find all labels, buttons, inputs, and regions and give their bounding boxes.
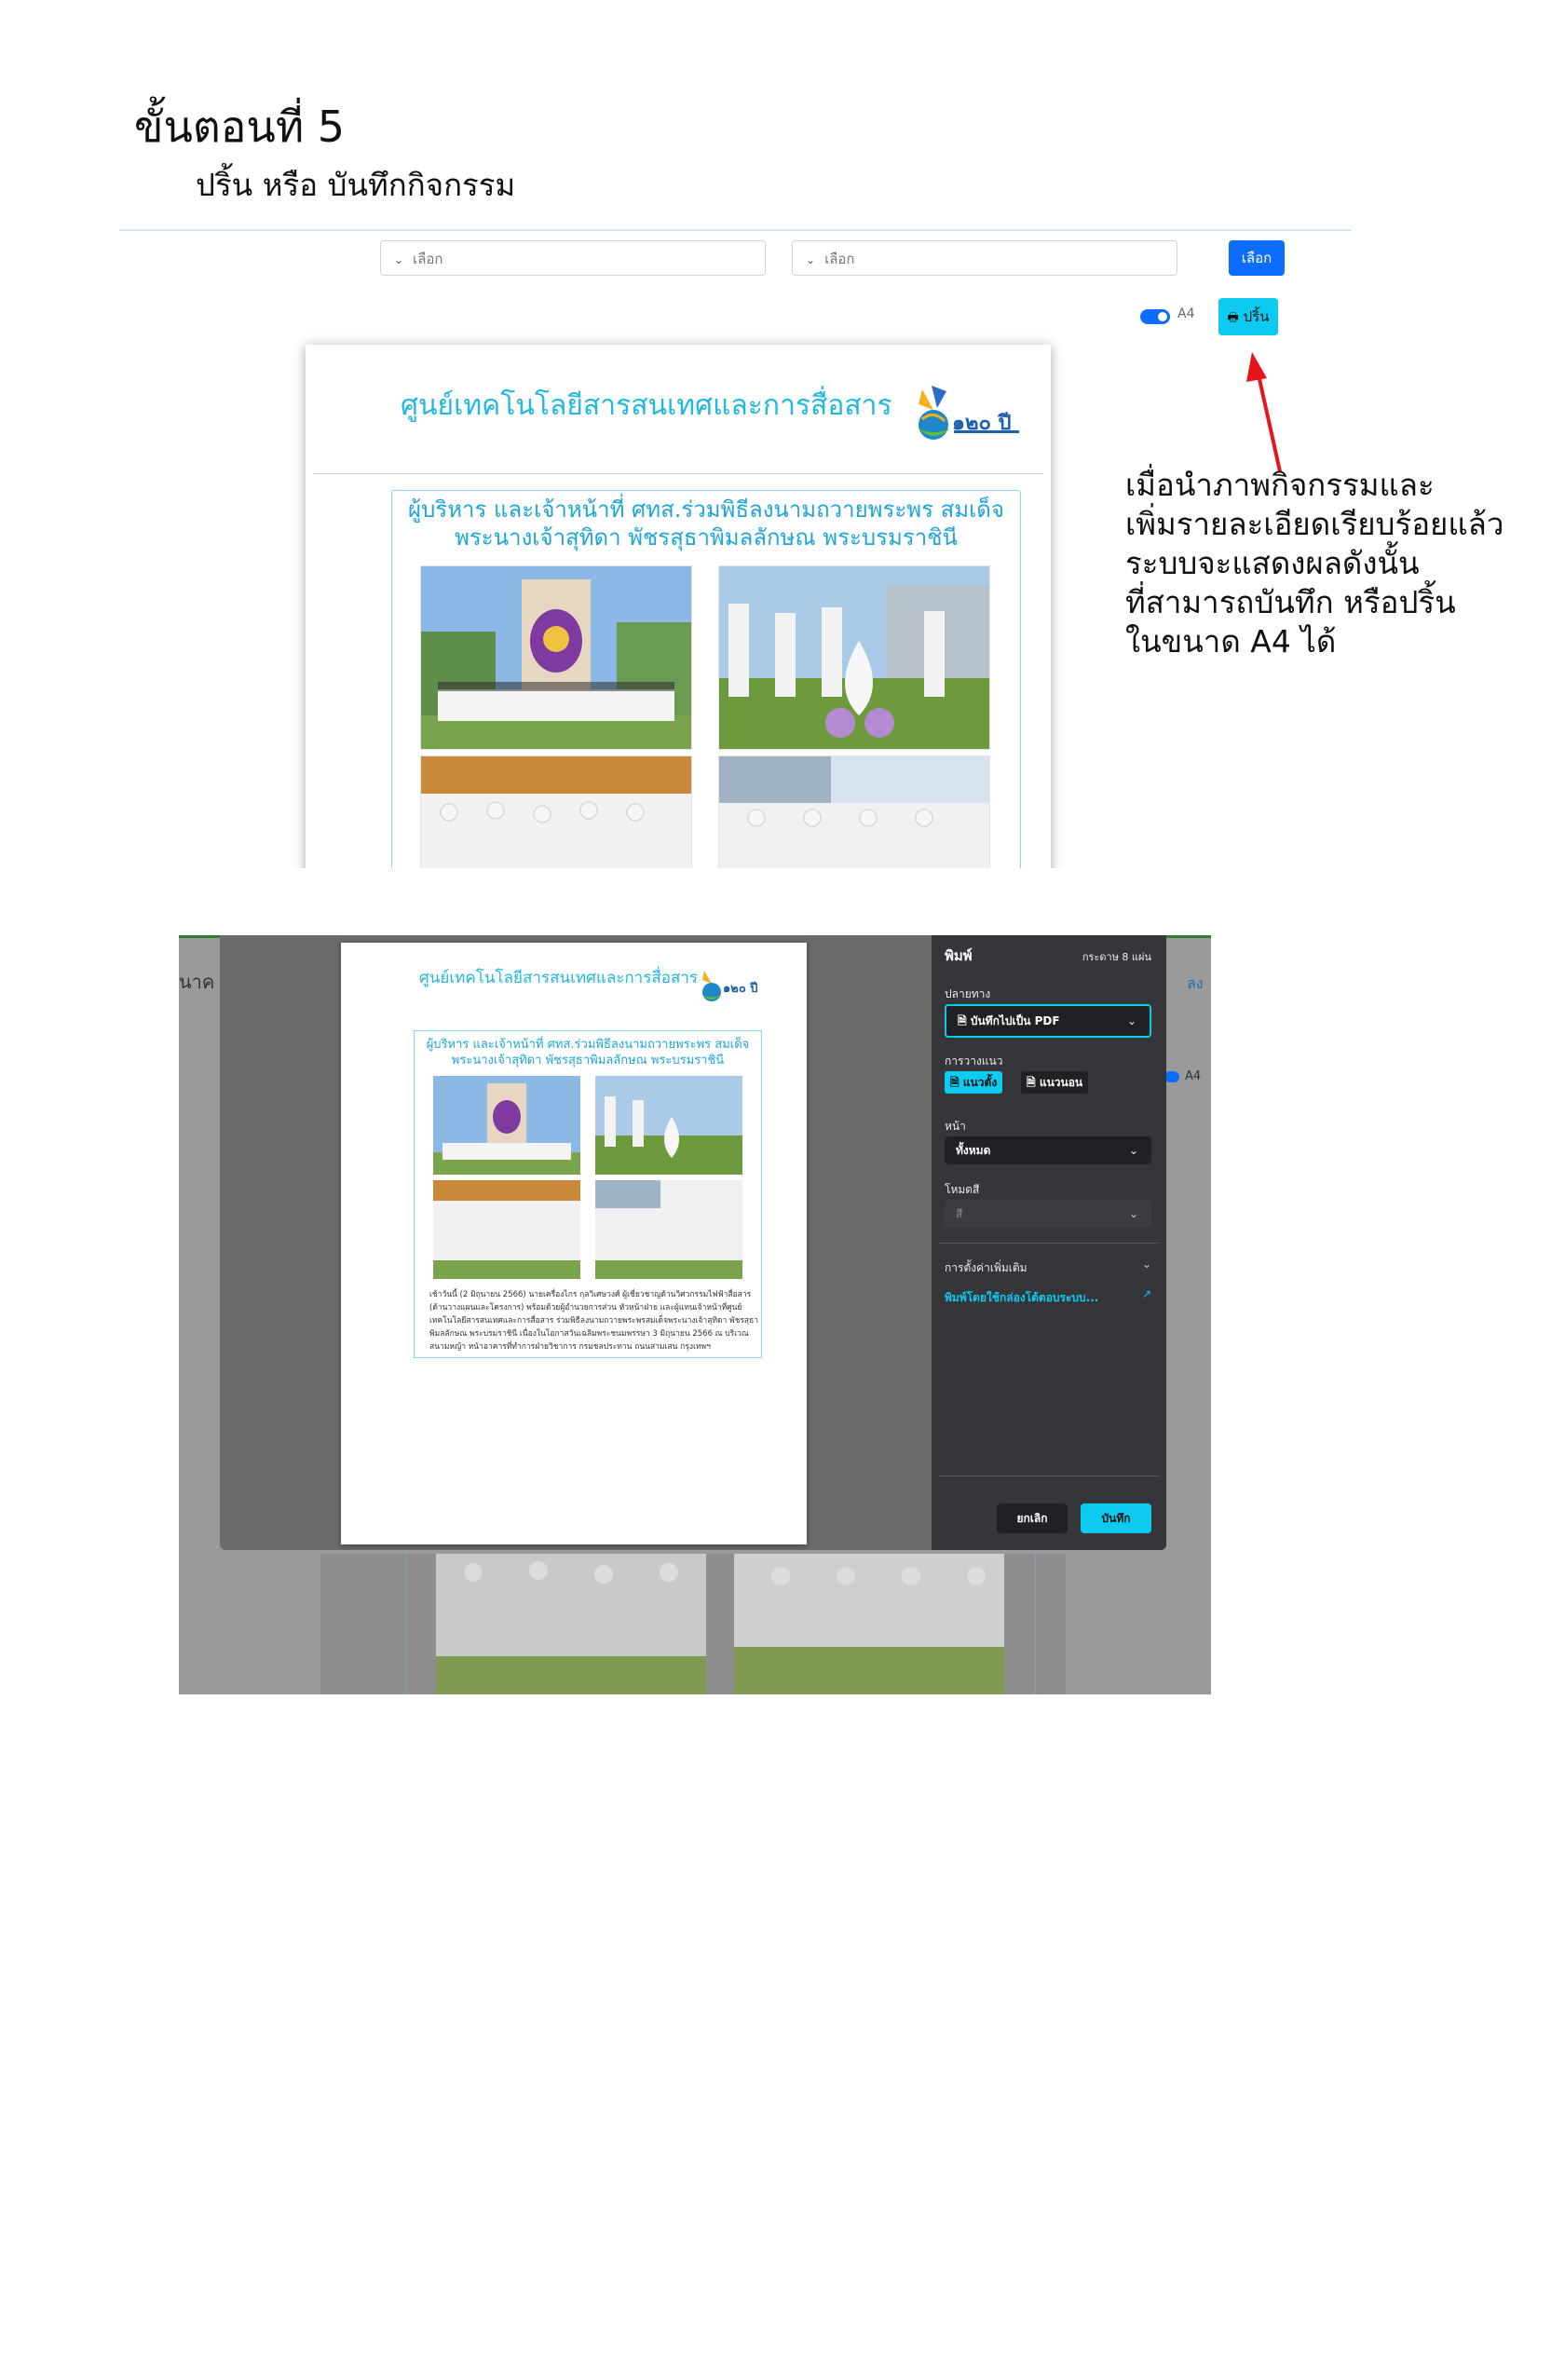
a4-toggle-label: A4 <box>1177 306 1195 321</box>
body-line-5: สนามหญ้า หน้าอาคารที่ทำการฝ่ายวิชาการ กร… <box>429 1342 711 1352</box>
background-photo-4 <box>734 1554 1004 1694</box>
preview-title-line-2: พระนางเจ้าสุทิดา พัชรสุธาพิมลลักษณ พระบร… <box>451 1054 725 1068</box>
preview-logo-text: ๑๒๐ ปี <box>723 982 758 996</box>
activity-photo-3 <box>420 755 692 868</box>
annotation-line-4: ที่สามารถบันทึก หรือปริ้น <box>1125 584 1456 620</box>
report-header-title: ศูนย์เทคโนโลยีสารสนเทศและการสื่อสาร <box>401 389 892 422</box>
layout-label: การวางแนว <box>945 1054 1003 1068</box>
more-settings-label: การตั้งค่าเพิ่มเติม <box>945 1261 1027 1274</box>
layout-landscape-label: แนวนอน <box>1039 1076 1083 1089</box>
screenshot-print-dialog: นาค ลง A4 ศูนย์เทคโนโลยีสารสนเทศและการสื… <box>179 935 1211 1694</box>
preview-logo: ๑๒๐ ปี <box>699 967 768 1008</box>
sheet-count: กระดาษ 8 แผ่น <box>1082 951 1151 963</box>
step-title: ขั้นตอนที่ 5 <box>134 102 346 152</box>
preview-photo-3 <box>433 1180 580 1279</box>
activity-photo-1 <box>420 565 692 750</box>
destination-label: ปลายทาง <box>945 987 991 1000</box>
printer-icon: 🖶 <box>1227 311 1239 325</box>
preview-photo-1 <box>433 1076 580 1175</box>
print-settings-panel: พิมพ์ กระดาษ 8 แผ่น ปลายทาง 🗎 บันทึกไปเป… <box>932 935 1166 1550</box>
layout-portrait-label: แนวตั้ง <box>962 1076 998 1089</box>
step-subtitle: ปริ้น หรือ บันทึกกิจกรรม <box>196 167 516 203</box>
pages-value: ทั้งหมด <box>956 1144 991 1157</box>
print-dialog: ศูนย์เทคโนโลยีสารสนเทศและการสื่อสาร ๑๒๐ … <box>220 935 1166 1550</box>
print-dialog-title: พิมพ์ <box>945 947 973 964</box>
cancel-button[interactable]: ยกเลิก <box>997 1503 1068 1533</box>
destination-value: บันทึกไปเป็น PDF <box>970 1014 1060 1027</box>
annotation-text: เมื่อนำภาพกิจกรรมและ เพิ่มรายละเอียดเรีย… <box>1125 466 1504 661</box>
layout-landscape-option[interactable]: 🗎 แนวนอน <box>1021 1071 1089 1094</box>
save-button[interactable]: บันทึก <box>1081 1503 1151 1533</box>
logo-underline <box>954 430 1019 433</box>
activity-photo-2 <box>718 565 990 750</box>
chevron-down-icon: ⌄ <box>1141 1258 1151 1271</box>
annotation-line-1: เมื่อนำภาพกิจกรรมและ <box>1125 467 1435 503</box>
file-icon: 🗎 <box>958 1014 967 1027</box>
file-icon: 🗎 <box>950 1076 959 1089</box>
annotation-line-2: เพิ่มรายละเอียดเรียบร้อยแล้ว <box>1125 506 1504 542</box>
panel-divider <box>939 1243 1159 1244</box>
body-line-4: พิมลลักษณ พระบรมราชินี เนื่องในโอกาสวันเ… <box>429 1329 749 1339</box>
activity-title-line-1: ผู้บริหาร และเจ้าหน้าที่ ศทส.ร่วมพิธีลงน… <box>408 496 1004 523</box>
background-partial-text: นาค <box>179 971 215 993</box>
report-page: ศูนย์เทคโนโลยีสารสนเทศและการสื่อสาร ๑๒๐ … <box>306 345 1051 868</box>
file-icon: 🗎 <box>1027 1076 1036 1089</box>
select-placeholder: เลือก <box>413 251 443 267</box>
more-settings-toggle[interactable]: การตั้งค่าเพิ่มเติม <box>945 1259 1027 1277</box>
annotation-line-5: ในขนาด A4 ได้ <box>1125 623 1337 660</box>
body-line-3: เทคโนโลยีสารสนเทศและการสื่อสาร ร่วมพิธีล… <box>429 1316 759 1326</box>
external-link-icon: ↗ <box>1141 1287 1151 1300</box>
background-partial-link: ลง <box>1187 974 1204 992</box>
header-divider <box>313 473 1043 474</box>
background-toggle <box>1164 1071 1179 1082</box>
color-mode-select: สี ⌄ <box>945 1200 1151 1228</box>
logo-text: ๑๒๐ ปี <box>952 412 1012 435</box>
print-button[interactable]: 🖶 ปริ้น <box>1218 298 1278 335</box>
anniversary-logo: ๑๒๐ ปี <box>909 382 1028 453</box>
print-preview-page: ศูนย์เทคโนโลยีสารสนเทศและการสื่อสาร ๑๒๐ … <box>341 943 807 1544</box>
background-a4-label: A4 <box>1185 1069 1202 1083</box>
preview-header-title: ศูนย์เทคโนโลยีสารสนเทศและการสื่อสาร <box>419 969 698 987</box>
select-placeholder: เลือก <box>824 251 855 267</box>
select-dropdown-2[interactable]: ⌄ เลือก <box>792 240 1177 276</box>
chevron-down-icon: ⌄ <box>394 253 404 266</box>
annotation-line-3: ระบบจะแสดงผลดังนั้น <box>1125 545 1420 581</box>
background-report-strip <box>320 1554 1066 1694</box>
preview-activity-card: ผู้บริหาร และเจ้าหน้าที่ ศทส.ร่วมพิธีลงน… <box>414 1030 762 1358</box>
select-dropdown-1[interactable]: ⌄ เลือก <box>380 240 766 276</box>
body-line-1: เช้าวันนี้ (2 มิถุนายน 2566) นายเครื่องไ… <box>429 1290 752 1299</box>
chevron-down-icon: ⌄ <box>1128 1144 1138 1157</box>
layout-portrait-option[interactable]: 🗎 แนวตั้ง <box>945 1071 1003 1094</box>
pages-select[interactable]: ทั้งหมด ⌄ <box>945 1136 1151 1164</box>
system-dialog-link[interactable]: พิมพ์โดยใช้กล่องโต้ตอบระบบ... <box>945 1289 1098 1307</box>
activity-title-line-2: พระนางเจ้าสุทิดา พัชรสุธาพิมลลักษณ พระบร… <box>455 524 958 551</box>
background-photo-3 <box>436 1554 706 1694</box>
body-line-2: (ด้านวางแผนและโครงการ) พร้อมด้วยผู้อำนวย… <box>429 1303 742 1312</box>
chevron-down-icon: ⌄ <box>1126 1014 1136 1027</box>
preview-photo-4 <box>595 1180 742 1279</box>
choose-button[interactable]: เลือก <box>1229 240 1285 276</box>
color-mode-label: โหมดสี <box>945 1183 980 1196</box>
annotation-arrow <box>1246 352 1282 472</box>
color-mode-value: สี <box>956 1207 963 1220</box>
a4-toggle-switch[interactable] <box>1140 309 1170 324</box>
chevron-down-icon: ⌄ <box>1128 1207 1138 1220</box>
activity-photo-4 <box>718 755 990 868</box>
chevron-down-icon: ⌄ <box>806 253 816 266</box>
activity-card: ผู้บริหาร และเจ้าหน้าที่ ศทส.ร่วมพิธีลงน… <box>391 490 1021 868</box>
preview-photo-2 <box>595 1076 742 1175</box>
destination-select[interactable]: 🗎 บันทึกไปเป็น PDF ⌄ <box>945 1004 1151 1038</box>
preview-body-text: เช้าวันนี้ (2 มิถุนายน 2566) นายเครื่องไ… <box>429 1288 759 1353</box>
print-button-label: ปริ้น <box>1243 308 1270 325</box>
pages-label: หน้า <box>945 1120 966 1133</box>
